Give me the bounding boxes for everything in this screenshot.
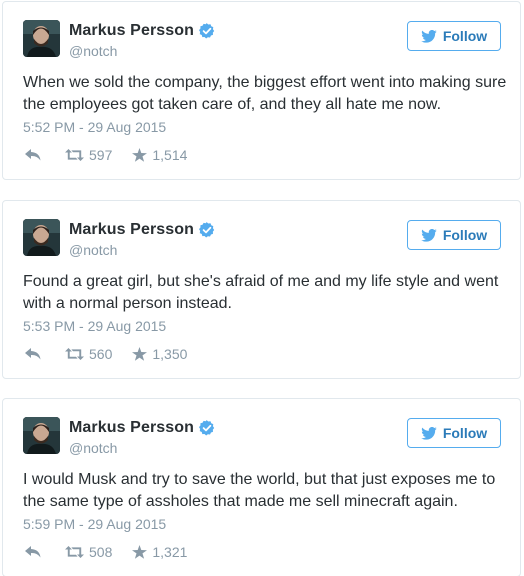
- tweet-timestamp[interactable]: 5:53 PM - 29 Aug 2015: [23, 318, 166, 334]
- retweet-button[interactable]: 560: [65, 346, 112, 362]
- tweet-timestamp[interactable]: 5:59 PM - 29 Aug 2015: [23, 516, 166, 532]
- tweet-text: When we sold the company, the biggest ef…: [23, 74, 507, 113]
- author-name[interactable]: Markus Persson: [69, 221, 194, 239]
- tweet-actions: 597 1,514: [25, 147, 187, 163]
- reply-arrow-icon: [25, 149, 41, 161]
- star-icon: [132, 347, 148, 361]
- tweet-text: I would Musk and try to save the world, …: [23, 471, 496, 510]
- favorite-count: 1,321: [152, 544, 188, 560]
- follow-button-label: Follow: [442, 425, 488, 441]
- twitter-bird-icon: [421, 426, 437, 440]
- follow-button-label: Follow: [442, 227, 488, 243]
- avatar[interactable]: [23, 20, 60, 57]
- avatar[interactable]: [23, 417, 60, 454]
- reply-button[interactable]: [25, 149, 41, 161]
- favorite-count: 1,350: [152, 346, 188, 362]
- follow-button[interactable]: Follow: [407, 21, 501, 51]
- tweet-text: Found a great girl, but she's afraid of …: [23, 273, 499, 312]
- reply-arrow-icon: [25, 546, 41, 558]
- twitter-bird-icon: [421, 228, 437, 242]
- verified-badge-icon: [199, 222, 215, 238]
- favorite-button[interactable]: 1,514: [132, 147, 187, 163]
- reply-arrow-icon: [25, 348, 41, 360]
- retweet-button[interactable]: 508: [65, 544, 112, 560]
- verified-badge-icon: [199, 420, 215, 436]
- retweet-icon: [65, 348, 84, 360]
- tweet-timestamp[interactable]: 5:52 PM - 29 Aug 2015: [23, 119, 166, 135]
- retweet-count: 508: [89, 544, 113, 560]
- tweet-card: Markus Persson @notch Follow Found a gre…: [2, 200, 521, 379]
- tweet-feed: Markus Persson @notch Follow When we sol…: [0, 0, 524, 576]
- avatar[interactable]: [23, 219, 60, 256]
- follow-button[interactable]: Follow: [407, 418, 501, 448]
- author-handle[interactable]: @notch: [69, 43, 117, 59]
- retweet-icon: [65, 149, 84, 161]
- favorite-count: 1,514: [152, 147, 188, 163]
- follow-button-label: Follow: [442, 28, 488, 44]
- favorite-button[interactable]: 1,350: [132, 346, 187, 362]
- reply-button[interactable]: [25, 546, 41, 558]
- verified-badge-icon: [199, 23, 215, 39]
- author-name[interactable]: Markus Persson: [69, 22, 194, 40]
- author-handle[interactable]: @notch: [69, 242, 117, 258]
- follow-button[interactable]: Follow: [407, 220, 501, 250]
- reply-button[interactable]: [25, 348, 41, 360]
- twitter-bird-icon: [421, 29, 437, 43]
- tweet-card: Markus Persson @notch Follow When we sol…: [2, 1, 521, 180]
- tweet-actions: 560 1,350: [25, 346, 187, 362]
- star-icon: [132, 148, 148, 162]
- retweet-count: 597: [89, 147, 113, 163]
- star-icon: [132, 545, 148, 559]
- retweet-count: 560: [89, 346, 113, 362]
- author-name[interactable]: Markus Persson: [69, 419, 194, 437]
- tweet-card: Markus Persson @notch Follow I would Mus…: [2, 398, 521, 576]
- author-handle[interactable]: @notch: [69, 440, 117, 456]
- favorite-button[interactable]: 1,321: [132, 544, 187, 560]
- retweet-icon: [65, 546, 84, 558]
- retweet-button[interactable]: 597: [65, 147, 112, 163]
- tweet-actions: 508 1,321: [25, 544, 187, 560]
